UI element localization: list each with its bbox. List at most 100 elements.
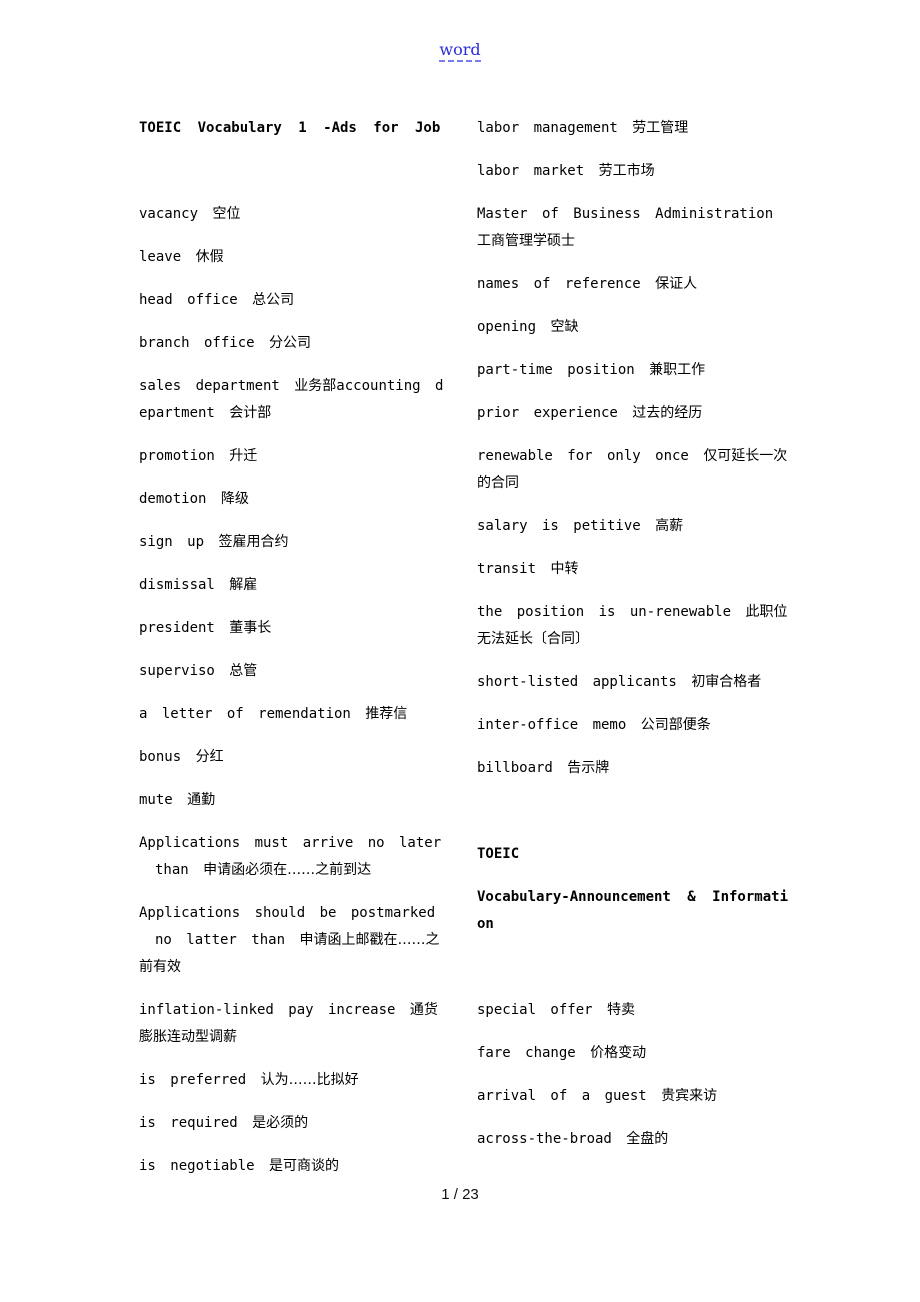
- english-term: transit: [477, 561, 537, 577]
- english-term: sales department: [139, 378, 280, 394]
- english-term: prior experience: [477, 405, 618, 421]
- vocab-entry: transit 中转: [477, 556, 789, 583]
- chinese-translation: 高薪: [655, 518, 684, 534]
- english-term: fare change: [477, 1045, 576, 1061]
- vocab-entry: Applications should be postmarked no lat…: [139, 900, 451, 981]
- chinese-translation: 过去的经历: [632, 405, 703, 421]
- chinese-translation: 总管: [229, 663, 258, 679]
- vocab-entry: opening 空缺: [477, 314, 789, 341]
- page-indicator: 1 / 23: [441, 1186, 479, 1203]
- english-term: is required: [139, 1115, 238, 1131]
- english-term: inflation-linked pay increase: [139, 1002, 396, 1018]
- english-term: labor management: [477, 120, 618, 136]
- english-term: renewable for only once: [477, 448, 689, 464]
- english-term: arrival of a guest: [477, 1088, 647, 1104]
- chinese-translation: 价格变动: [590, 1045, 647, 1061]
- chinese-translation: 特卖: [607, 1002, 636, 1018]
- chinese-translation: 申请函必须在……之前到达: [203, 862, 372, 878]
- chinese-translation: 劳工管理: [632, 120, 689, 136]
- vocab-entry: short-listed applicants 初审合格者: [477, 669, 789, 696]
- english-term: head office: [139, 292, 238, 308]
- chinese-translation: 工商管理学硕士: [477, 233, 575, 249]
- english-term-continued: than: [155, 862, 189, 878]
- english-term: the position is un-renewable: [477, 604, 732, 620]
- vocab-entry: branch office 分公司: [139, 330, 451, 357]
- section-title: TOEIC: [477, 846, 520, 862]
- vocab-entry: salary is petitive 高薪: [477, 513, 789, 540]
- english-term: part-time position: [477, 362, 635, 378]
- vocab-entry: inflation-linked pay increase 通货膨胀连动型调薪: [139, 997, 451, 1051]
- chinese-translation: 解雇: [229, 577, 258, 593]
- english-term: salary is petitive: [477, 518, 641, 534]
- vocab-entry: special offer 特卖: [477, 997, 789, 1024]
- english-term-continued: no latter than: [155, 932, 286, 948]
- english-term: names of reference: [477, 276, 641, 292]
- chinese-translation: 全盘的: [626, 1131, 669, 1147]
- chinese-translation: 空位: [212, 206, 241, 222]
- vocab-entry: sign up 签雇用合约: [139, 529, 451, 556]
- english-term: mute: [139, 792, 173, 808]
- chinese-translation: 推荐信: [365, 706, 408, 722]
- vocab-entry: across-the-broad 全盘的: [477, 1126, 789, 1153]
- english-term: labor market: [477, 163, 585, 179]
- chinese-translation: 会计部: [229, 405, 272, 421]
- vocab-entry: sales department 业务部accounting departmen…: [139, 373, 451, 427]
- vocab-entry: promotion 升迁: [139, 443, 451, 470]
- english-term: president: [139, 620, 215, 636]
- english-term: opening: [477, 319, 537, 335]
- english-term: demotion: [139, 491, 207, 507]
- left-column: TOEIC Vocabulary 1 -Ads for Job vacancy …: [139, 115, 451, 1196]
- vocab-list: vacancy 空位 leave 休假 head office 总公司 branch …: [139, 201, 451, 1180]
- chinese-translation: 通勤: [187, 792, 216, 808]
- chinese-translation: 总公司: [252, 292, 295, 308]
- english-term: vacancy: [139, 206, 199, 222]
- english-term: short-listed applicants: [477, 674, 677, 690]
- section-subtitle: Vocabulary-Announcement & Information: [477, 889, 789, 932]
- vocab-entry: the position is un-renewable 此职位无法延长〔合同〕: [477, 599, 789, 653]
- vocab-entry: president 董事长: [139, 615, 451, 642]
- chinese-translation: 保证人: [655, 276, 698, 292]
- chinese-translation: 告示牌: [567, 760, 610, 776]
- vocab-entry: arrival of a guest 贵宾来访: [477, 1083, 789, 1110]
- vocab-entry: demotion 降级: [139, 486, 451, 513]
- english-term: superviso: [139, 663, 215, 679]
- vocab-entry: labor market 劳工市场: [477, 158, 789, 185]
- chinese-translation: 公司部便条: [640, 717, 711, 733]
- chinese-translation: 签雇用合约: [218, 534, 289, 550]
- vocab-entry: dismissal 解雇: [139, 572, 451, 599]
- vocab-entry: mute 通勤: [139, 787, 451, 814]
- chinese-translation: 休假: [195, 249, 224, 265]
- chinese-translation: 劳工市场: [598, 163, 655, 179]
- english-term: branch office: [139, 335, 255, 351]
- chinese-translation: 分公司: [269, 335, 312, 351]
- vocab-entry: superviso 总管: [139, 658, 451, 685]
- chinese-translation: 认为……比拟好: [260, 1072, 359, 1088]
- english-term: Applications must arrive no later: [139, 835, 442, 851]
- vocab-entry: is preferred 认为……比拟好: [139, 1067, 451, 1094]
- chinese-translation: 空缺: [550, 319, 579, 335]
- vocab-entry: names of reference 保证人: [477, 271, 789, 298]
- header: word: [0, 40, 920, 62]
- word-link[interactable]: word: [439, 40, 481, 62]
- chinese-translation: 分红: [195, 749, 224, 765]
- chinese-translation: 业务部: [294, 378, 337, 394]
- english-term: billboard: [477, 760, 553, 776]
- vocab-entry: is required 是必须的: [139, 1110, 451, 1137]
- vocab-entry: is negotiable 是可商谈的: [139, 1153, 451, 1180]
- vocab-entry: Master of Business Administration 工商管理学硕…: [477, 201, 789, 255]
- english-term: leave: [139, 249, 182, 265]
- chinese-translation: 贵宾来访: [661, 1088, 718, 1104]
- english-term: dismissal: [139, 577, 215, 593]
- vocab-entry: billboard 告示牌: [477, 755, 789, 782]
- english-term: Applications should be postmarked: [139, 905, 436, 921]
- english-term: across-the-broad: [477, 1131, 612, 1147]
- vocab-entry: head office 总公司: [139, 287, 451, 314]
- chinese-translation: 兼职工作: [649, 362, 706, 378]
- right-column: labor management 劳工管理 labor market 劳工市场 Ma…: [477, 115, 789, 1169]
- english-term: is negotiable: [139, 1158, 255, 1174]
- english-term: a letter of remendation: [139, 706, 351, 722]
- english-term: bonus: [139, 749, 182, 765]
- english-term: special offer: [477, 1002, 593, 1018]
- vocab-entry: Applications must arrive no later than 申…: [139, 830, 451, 884]
- vocab-list: special offer 特卖 fare change 价格变动 arrival …: [477, 997, 789, 1153]
